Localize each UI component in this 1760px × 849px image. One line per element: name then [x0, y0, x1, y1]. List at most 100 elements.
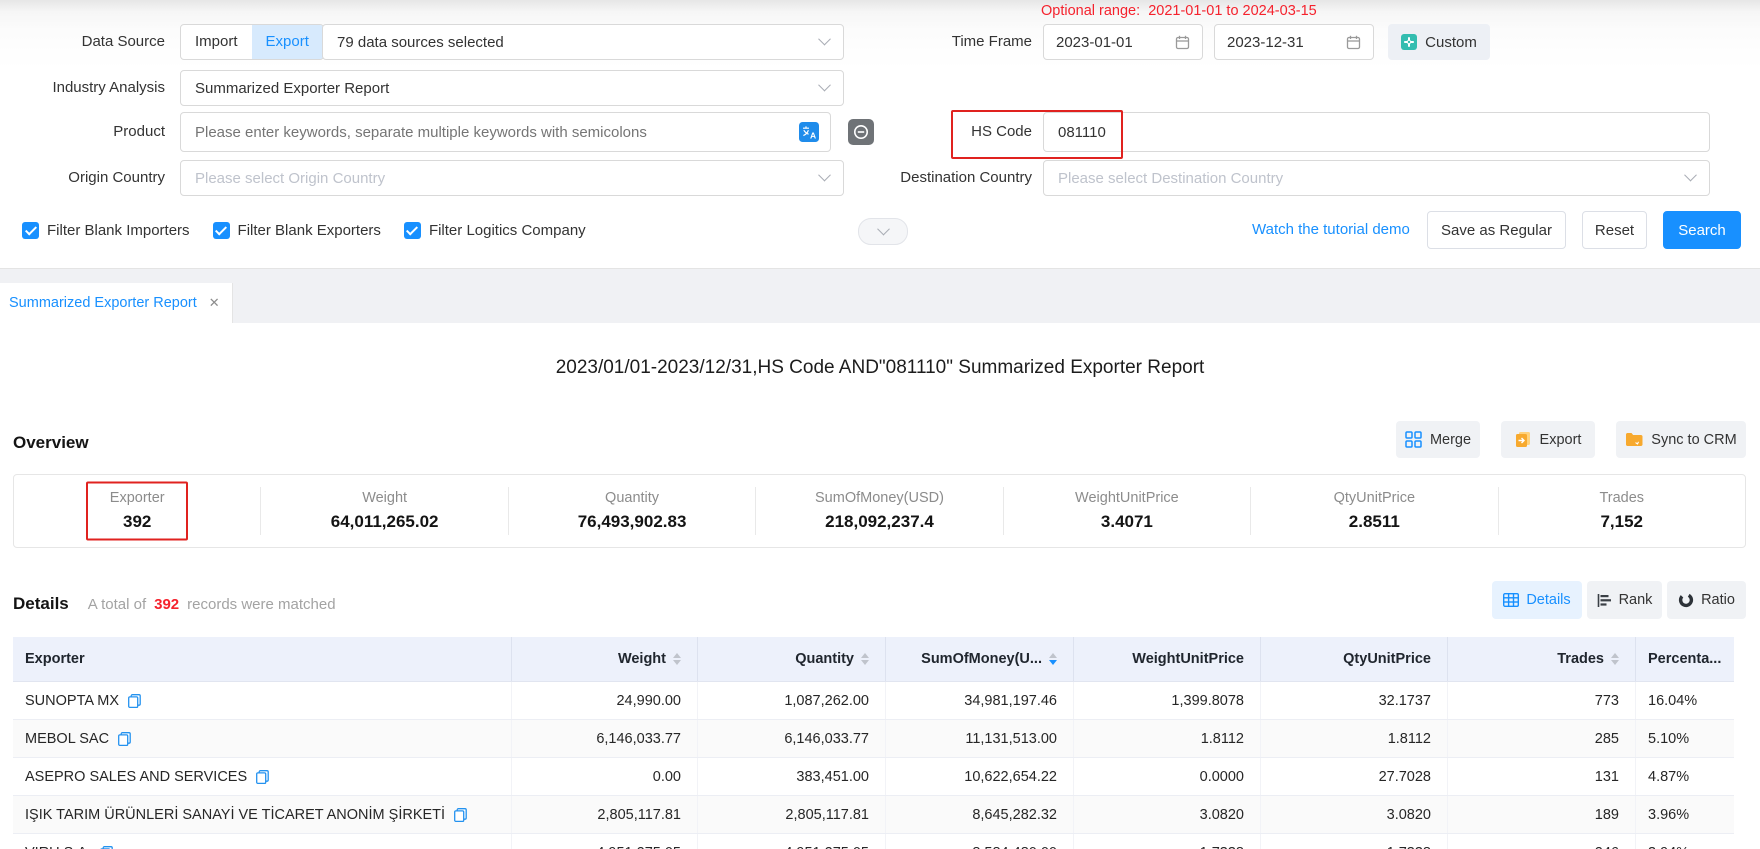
date-end-input[interactable]: 2023-12-31 — [1214, 24, 1374, 60]
view-rank-button[interactable]: Rank — [1587, 581, 1662, 619]
chevron-down-icon — [818, 79, 831, 92]
column-header-weight_unit_price: WeightUnitPrice — [1074, 637, 1261, 681]
qty_unit_price-cell: 32.1737 — [1261, 682, 1448, 719]
custom-range-button[interactable]: Custom — [1388, 24, 1490, 60]
destination-country-select[interactable]: Please select Destination Country — [1043, 160, 1710, 196]
product-keywords-input[interactable] — [180, 112, 831, 152]
weight_unit_price-cell: 1.7338 — [1074, 834, 1261, 849]
weight_unit_price-cell: 1.8112 — [1074, 720, 1261, 757]
checkbox-label: Filter Blank Importers — [47, 222, 190, 239]
translate-icon[interactable]: A — [799, 122, 819, 147]
optional-range-note: Optional range: 2021-01-01 to 2024-03-15 — [1041, 3, 1317, 19]
view-ratio-label: Ratio — [1701, 592, 1735, 608]
view-details-button[interactable]: Details — [1492, 581, 1582, 619]
custom-label: Custom — [1425, 34, 1477, 51]
export-toggle[interactable]: Export — [252, 25, 323, 59]
tutorial-demo-link[interactable]: Watch the tutorial demo — [1252, 211, 1410, 249]
destination-country-placeholder: Please select Destination Country — [1058, 170, 1283, 187]
weight-cell: 24,990.00 — [512, 682, 698, 719]
merge-button[interactable]: Merge — [1396, 421, 1480, 458]
industry-analysis-value: Summarized Exporter Report — [195, 80, 389, 97]
column-label: QtyUnitPrice — [1343, 651, 1431, 667]
exporter-cell: IŞIK TARIM ÜRÜNLERİ SANAYİ VE TİCARET AN… — [13, 796, 512, 833]
checkbox-filter-blank-exporters[interactable]: Filter Blank Exporters — [213, 222, 381, 239]
percentage-cell: 3.94% — [1636, 834, 1734, 849]
column-header-quantity[interactable]: Quantity — [698, 637, 886, 681]
exporter-cell: ASEPRO SALES AND SERVICES — [13, 758, 512, 795]
checkbox-checked-icon — [213, 222, 230, 239]
collapse-filters-button[interactable] — [858, 218, 908, 245]
stat-weight-unit-price: WeightUnitPrice 3.4071 — [1004, 487, 1251, 535]
exporter-cell: MEBOL SAC — [13, 720, 512, 757]
table-header: ExporterWeightQuantitySumOfMoney(U...Wei… — [13, 637, 1734, 682]
data-source-label: Data Source — [0, 24, 165, 60]
search-button[interactable]: Search — [1663, 211, 1741, 249]
industry-analysis-select[interactable]: Summarized Exporter Report — [180, 70, 844, 106]
sort-carets-icon[interactable] — [1611, 653, 1619, 665]
trades-cell: 285 — [1448, 720, 1636, 757]
column-header-trades[interactable]: Trades — [1448, 637, 1636, 681]
weight-cell: 2,805,117.81 — [512, 796, 698, 833]
sum_of_money-cell: 10,622,654.22 — [886, 758, 1074, 795]
hs-code-value: 081110 — [1058, 124, 1106, 141]
sum_of_money-cell: 11,131,513.00 — [886, 720, 1074, 757]
exporter-cell: SUNOPTA MX — [13, 682, 512, 719]
copy-icon[interactable] — [118, 732, 131, 746]
details-summary: Details A total of 392 records were matc… — [13, 594, 336, 614]
table-row: MEBOL SAC6,146,033.776,146,033.7711,131,… — [13, 720, 1734, 758]
sort-carets-icon[interactable] — [1049, 653, 1057, 665]
date-start-value: 2023-01-01 — [1056, 34, 1133, 51]
data-sources-value: 79 data sources selected — [337, 34, 504, 51]
save-as-regular-button[interactable]: Save as Regular — [1427, 211, 1566, 249]
copy-icon[interactable] — [128, 694, 141, 708]
export-button[interactable]: Export — [1501, 421, 1595, 458]
trades-cell: 189 — [1448, 796, 1636, 833]
copy-icon[interactable] — [100, 846, 113, 849]
details-header: Details A total of 392 records were matc… — [13, 581, 1746, 619]
column-header-percentage: Percenta... — [1636, 637, 1734, 681]
hs-code-input[interactable]: 081110 — [1043, 112, 1710, 152]
data-sources-select[interactable]: 79 data sources selected — [322, 24, 844, 60]
origin-country-select[interactable]: Please select Origin Country — [180, 160, 844, 196]
date-end-value: 2023-12-31 — [1227, 34, 1304, 51]
chevron-down-icon — [818, 169, 831, 182]
chevron-down-icon — [818, 33, 831, 46]
import-toggle[interactable]: Import — [181, 25, 252, 59]
tab-summarized-exporter-report[interactable]: Summarized Exporter Report ✕ — [0, 283, 233, 323]
view-rank-label: Rank — [1619, 592, 1653, 608]
merge-icon — [1405, 431, 1422, 448]
close-icon[interactable]: ✕ — [209, 296, 220, 311]
table-row: VIRU S.A.4,951,275.054,951,275.058,584,4… — [13, 834, 1734, 849]
export-icon — [1515, 431, 1532, 448]
copy-icon[interactable] — [256, 770, 269, 784]
overview-heading: Overview — [13, 433, 89, 453]
svg-text:A: A — [810, 131, 816, 141]
checkbox-filter-logitics-company[interactable]: Filter Logitics Company — [404, 222, 586, 239]
exporter-cell: VIRU S.A. — [13, 834, 512, 849]
sync-to-crm-button[interactable]: Sync to CRM — [1616, 421, 1746, 458]
column-label: Trades — [1557, 651, 1604, 667]
date-start-input[interactable]: 2023-01-01 — [1043, 24, 1203, 60]
checkbox-filter-blank-importers[interactable]: Filter Blank Importers — [22, 222, 190, 239]
view-ratio-button[interactable]: Ratio — [1667, 581, 1746, 619]
sum_of_money-cell: 8,645,282.32 — [886, 796, 1074, 833]
column-header-sum_of_money[interactable]: SumOfMoney(U... — [886, 637, 1074, 681]
weight-cell: 4,951,275.05 — [512, 834, 698, 849]
merge-label: Merge — [1430, 432, 1471, 448]
summary-prefix: A total of — [88, 596, 146, 613]
tab-bar: Summarized Exporter Report ✕ — [0, 268, 1760, 323]
exact-match-icon[interactable] — [848, 119, 874, 150]
sort-carets-icon[interactable] — [861, 653, 869, 665]
sort-carets-icon[interactable] — [673, 653, 681, 665]
details-heading: Details — [13, 594, 69, 614]
overview-header: Overview Merge Export Sync to CRM — [13, 421, 1746, 459]
column-label: SumOfMoney(U... — [921, 651, 1042, 667]
quantity-cell: 6,146,033.77 — [698, 720, 886, 757]
column-header-weight[interactable]: Weight — [512, 637, 698, 681]
copy-icon[interactable] — [454, 808, 467, 822]
optional-range-value: 2021-01-01 to 2024-03-15 — [1148, 3, 1317, 19]
calendar-icon — [1346, 35, 1361, 50]
reset-button[interactable]: Reset — [1582, 211, 1647, 249]
stat-exporter: Exporter 392 — [14, 487, 261, 535]
quantity-cell: 383,451.00 — [698, 758, 886, 795]
